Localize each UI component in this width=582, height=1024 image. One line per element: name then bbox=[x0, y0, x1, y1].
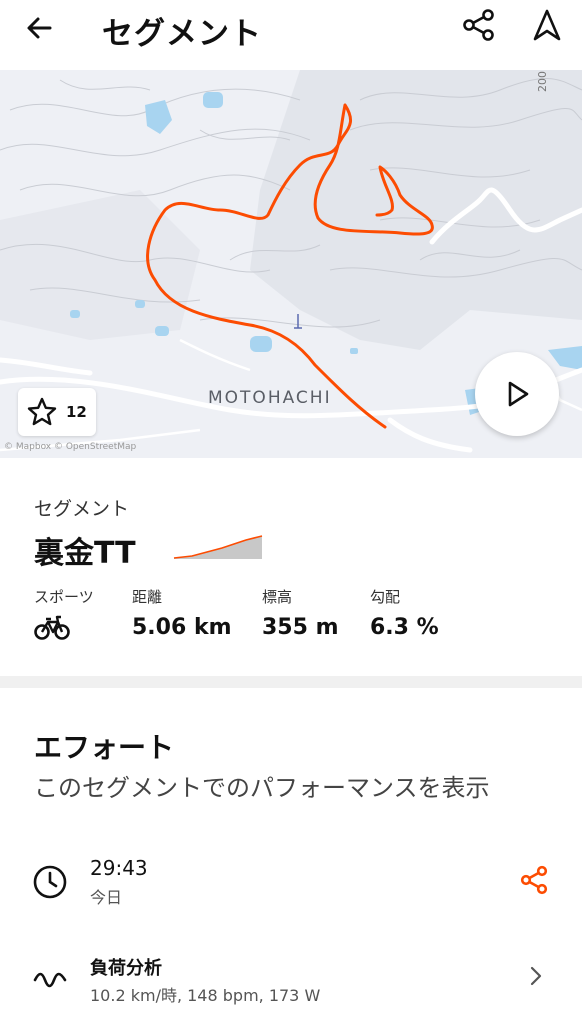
clock-icon bbox=[33, 865, 67, 899]
section-divider bbox=[0, 676, 582, 688]
load-analysis-row[interactable]: 負荷分析 10.2 km/時, 148 bpm, 173 W bbox=[0, 946, 582, 1012]
stat-label: スポーツ bbox=[34, 588, 94, 606]
stat-label: 標高 bbox=[262, 588, 293, 606]
stat-label: 距離 bbox=[132, 588, 163, 606]
activity-wave-icon bbox=[33, 972, 67, 988]
stat-value: 355 m bbox=[262, 615, 339, 640]
share-icon bbox=[463, 9, 494, 41]
star-count: 12 bbox=[66, 403, 87, 421]
load-analysis-title: 負荷分析 bbox=[90, 958, 162, 979]
effort-subtitle: このセグメントでのパフォーマンスを表示 bbox=[34, 774, 490, 802]
share-button[interactable] bbox=[460, 6, 498, 44]
stat-grade: 勾配 6.3 % bbox=[370, 586, 439, 640]
segment-info: セグメント 裏金TT スポーツ 距離 5.06 km 標高 355 m 勾配 6… bbox=[0, 458, 582, 676]
star-button[interactable]: 12 bbox=[18, 388, 96, 436]
effort-time: 29:43 bbox=[90, 856, 148, 880]
navigate-button[interactable] bbox=[528, 6, 566, 44]
segment-name: 裏金TT bbox=[34, 536, 136, 571]
effort-date: 今日 bbox=[90, 888, 123, 907]
star-icon bbox=[27, 397, 57, 426]
elevation-profile-thumbnail bbox=[173, 535, 263, 559]
app-header: セグメント bbox=[0, 0, 582, 70]
stat-value: 6.3 % bbox=[370, 615, 439, 640]
stat-elevation: 標高 355 m bbox=[262, 586, 339, 640]
stat-label: 勾配 bbox=[370, 588, 401, 606]
stat-sport: スポーツ bbox=[34, 586, 94, 647]
effort-section: エフォート このセグメントでのパフォーマンスを表示 29:43 今日 負荷分析 … bbox=[0, 688, 582, 1024]
contour-elevation-label: 200 m bbox=[536, 70, 549, 92]
chevron-right-icon bbox=[530, 966, 542, 986]
stat-value: 5.06 km bbox=[132, 615, 232, 640]
play-flyover-button[interactable] bbox=[475, 352, 559, 436]
arrow-left-icon bbox=[27, 17, 52, 39]
back-button[interactable] bbox=[22, 10, 58, 46]
map-attribution[interactable]: © Mapbox © OpenStreetMap bbox=[4, 442, 136, 452]
play-icon bbox=[508, 381, 529, 407]
stat-distance: 距離 5.06 km bbox=[132, 586, 232, 640]
bicycle-icon bbox=[34, 615, 70, 640]
navigation-arrow-icon bbox=[533, 9, 561, 41]
load-analysis-detail: 10.2 km/時, 148 bpm, 173 W bbox=[90, 986, 321, 1005]
effort-heading: エフォート bbox=[34, 731, 175, 764]
stat-value bbox=[34, 615, 94, 647]
segment-kicker: セグメント bbox=[34, 498, 130, 520]
effort-time-row[interactable]: 29:43 今日 bbox=[0, 848, 582, 918]
share-effort-icon[interactable] bbox=[518, 864, 550, 896]
segment-map[interactable]: 200 m MOTOHACHI © Mapbox © OpenStreetMap… bbox=[0, 70, 582, 458]
page-title: セグメント bbox=[102, 16, 262, 52]
map-town-label: MOTOHACHI bbox=[208, 388, 332, 408]
